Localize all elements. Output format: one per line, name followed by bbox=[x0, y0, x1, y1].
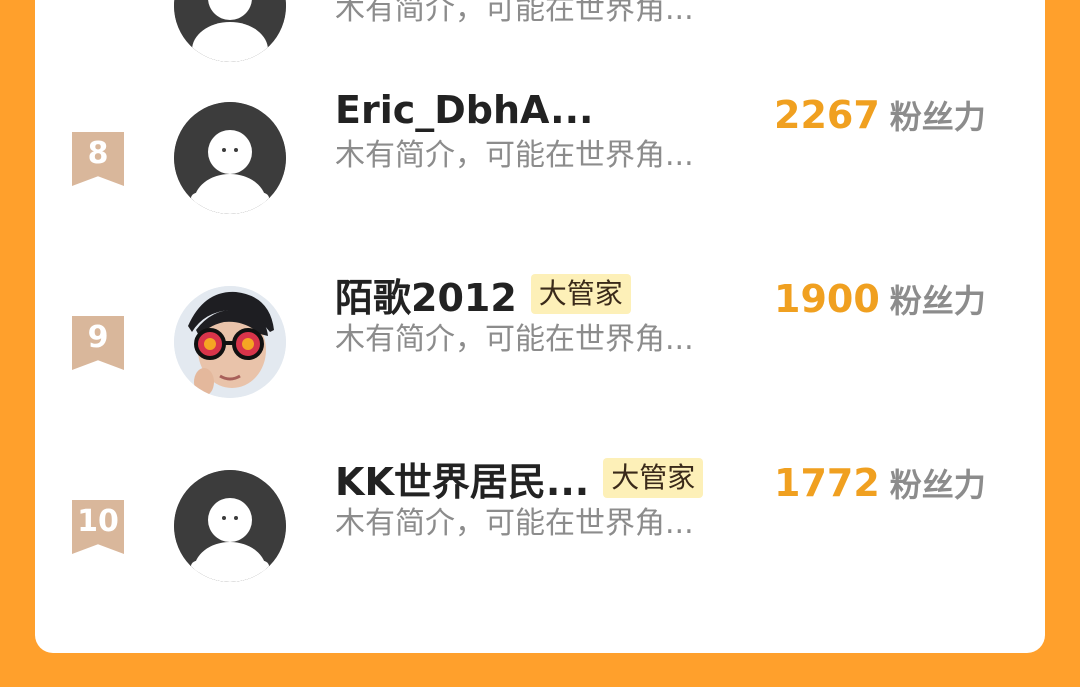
fans-label: 粉丝力 bbox=[889, 98, 986, 136]
bio-text: 木有简介，可能在世界角... bbox=[335, 138, 694, 173]
bio-text: 木有简介，可能在世界角... bbox=[335, 506, 694, 541]
rank-badge: 8 bbox=[72, 132, 124, 186]
fans-count: 1772 bbox=[774, 461, 880, 505]
list-item[interactable]: 8 Eric_DbhA... 木有简介，可能在世界角... 2267 粉丝力 bbox=[35, 88, 1045, 240]
leaderboard-card: 木有简介，可能在世界角... 8 Eric_DbhA... 木有简介，可能在世界… bbox=[35, 0, 1045, 653]
default-avatar-icon[interactable] bbox=[174, 102, 286, 214]
bio-text: 木有简介，可能在世界角... bbox=[335, 0, 694, 27]
user-photo-avatar[interactable] bbox=[174, 286, 286, 398]
bio-text: 木有简介，可能在世界角... bbox=[335, 322, 694, 357]
list-item-partial[interactable]: 木有简介，可能在世界角... bbox=[35, 0, 1045, 70]
role-badge: 大管家 bbox=[603, 458, 704, 498]
rank-badge: 9 bbox=[72, 316, 124, 370]
default-avatar-icon bbox=[174, 0, 286, 62]
default-avatar-icon[interactable] bbox=[174, 470, 286, 582]
role-badge: 大管家 bbox=[530, 274, 631, 314]
rank-badge: 10 bbox=[72, 500, 124, 554]
fans-label: 粉丝力 bbox=[889, 466, 986, 504]
list-item[interactable]: 10 KK世界居民... 大管家 木有简介，可能在世界角... 1772 粉丝力 bbox=[35, 458, 1045, 608]
fans-label: 粉丝力 bbox=[889, 282, 986, 320]
fans-count: 2267 bbox=[774, 93, 880, 137]
user-name[interactable]: Eric_DbhA... bbox=[335, 88, 593, 132]
list-item[interactable]: 9 陌歌2012 大管家 木有简介，可能在世界角... 1900 粉丝力 bbox=[35, 274, 1045, 424]
fans-count: 1900 bbox=[774, 277, 880, 321]
